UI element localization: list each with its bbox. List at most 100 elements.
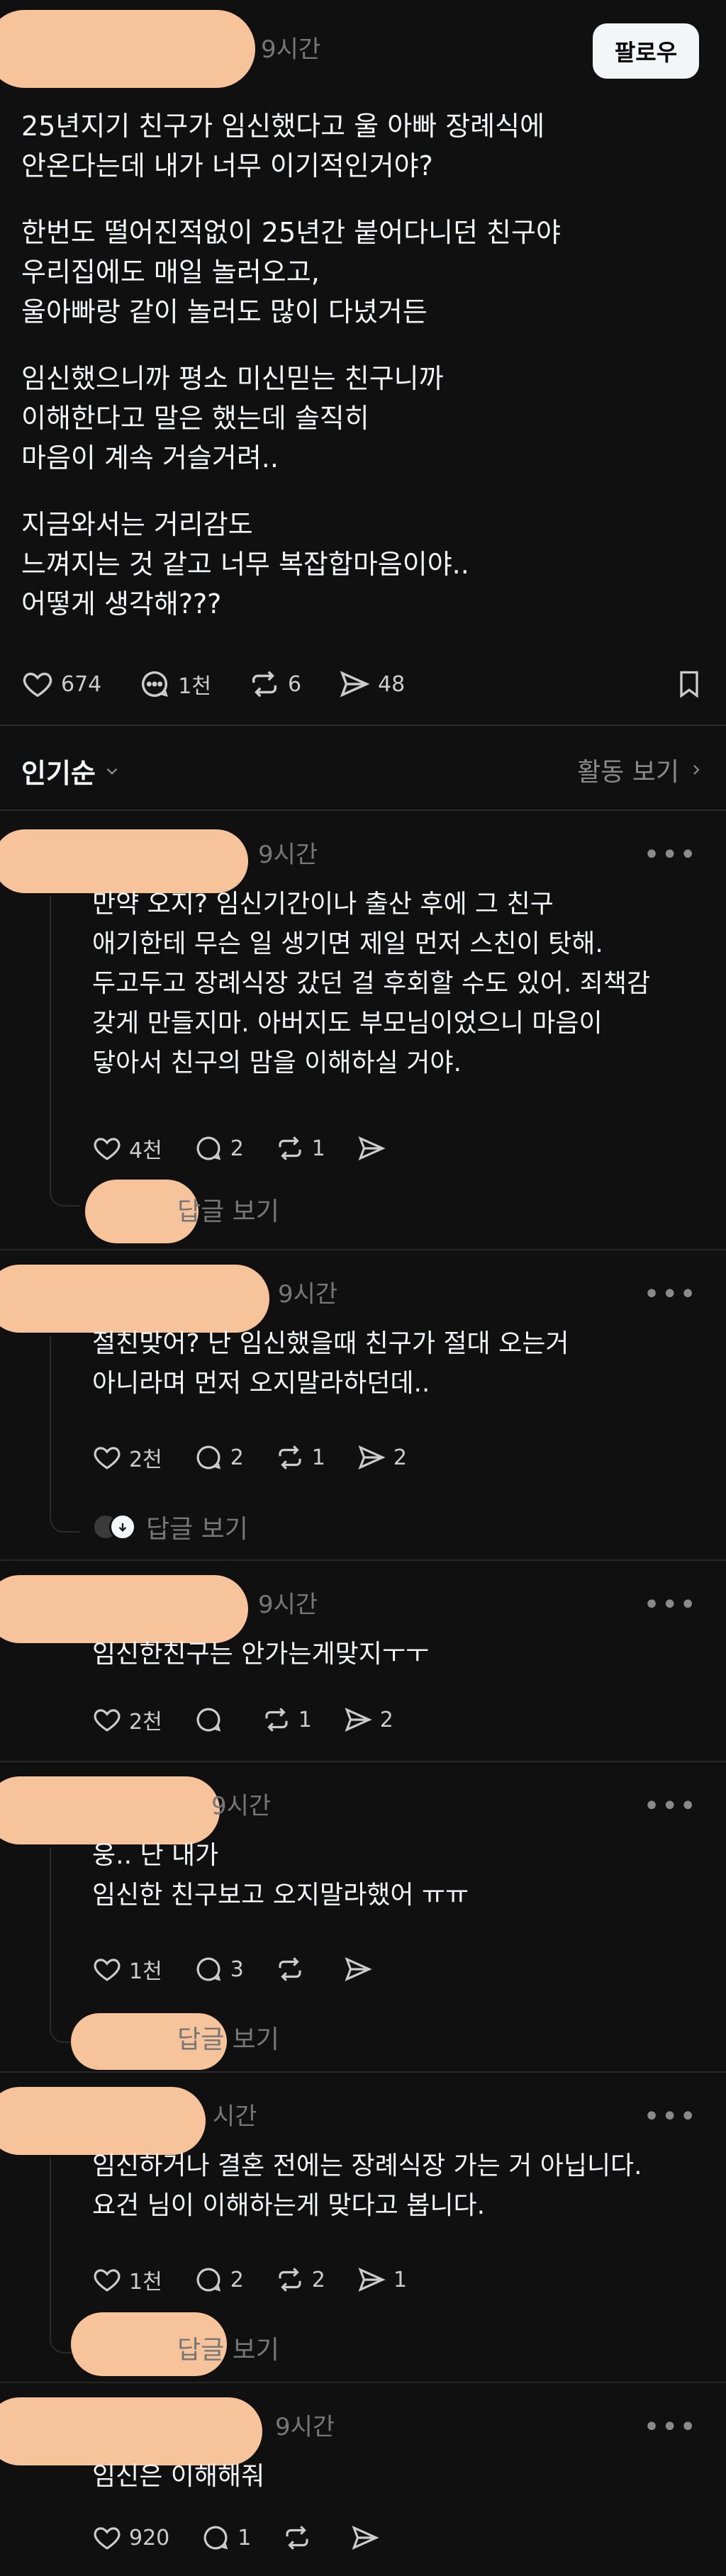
comment-time: 9시간 (275, 2413, 335, 2441)
comment-body: 절친맞어? 난 임신했을때 친구가 절대 오는거 아니라며 먼저 오지말라하던데… (92, 1324, 702, 1404)
repost-button[interactable] (282, 2523, 319, 2553)
comment-time: 9시간 (258, 1591, 318, 1619)
heart-icon (23, 672, 52, 698)
more-options-icon[interactable]: ••• (643, 841, 698, 869)
more-options-icon[interactable]: ••• (643, 1280, 698, 1309)
comment-icon (196, 1136, 220, 1160)
reply-avatars (92, 1513, 136, 1540)
reply-button[interactable]: 1 (201, 2523, 251, 2553)
repost-icon (286, 2526, 308, 2550)
like-button[interactable]: 1천 (92, 1954, 162, 1985)
repost-button[interactable]: 6 (248, 668, 301, 700)
like-count: 4천 (129, 1138, 162, 1163)
share-button[interactable] (343, 1954, 380, 1984)
activity-view-link[interactable]: 활동 보기 (577, 751, 705, 788)
redacted-author (0, 10, 255, 88)
comment-actions: 2천 1 2 (92, 1698, 393, 1741)
like-count: 1천 (129, 1959, 162, 1984)
comment-icon (142, 671, 169, 698)
post-line: 우리집에도 매일 놀러오고, (21, 257, 320, 288)
like-button[interactable]: 2천 (92, 1442, 162, 1473)
post-paragraph: 한번도 떨어진적없이 25년간 붙어다니던 친구야 우리집에도 매일 놀러오고,… (21, 213, 702, 332)
comment-line: 아니라며 먼저 오지말라하던데.. (92, 1369, 430, 1398)
comment-line: 갖게 만들지마. 아버지도 부모님이었으니 마음이 (92, 1009, 603, 1038)
like-count: 2천 (129, 1710, 162, 1735)
repost-button[interactable]: 2 (275, 2265, 325, 2295)
like-button[interactable]: 920 (92, 2523, 169, 2553)
more-options-icon[interactable]: ••• (643, 2102, 698, 2131)
comment-line: 임신하거나 결혼 전에는 장례식장 가는 거 아닙니다. (92, 2151, 642, 2180)
comment-button[interactable]: 1천 (138, 668, 211, 700)
comment: 9시간 ••• 임신한친구는 안가는게맞지ㅜㅜ 2천 1 2 (0, 1561, 726, 1761)
thread-line (50, 1335, 51, 1506)
thread-line (50, 1847, 51, 2016)
comment-body: 만약 오지? 임신기간이나 출산 후에 그 친구 애기한테 무슨 일 생기면 제… (92, 885, 702, 1083)
like-button[interactable]: 2천 (92, 1704, 162, 1735)
like-button[interactable]: 674 (21, 668, 101, 700)
view-replies-link[interactable]: 답글 보기 (177, 2019, 279, 2056)
comment-line: 임신은 이해해줘 (92, 2462, 265, 2491)
share-count: 2 (393, 1445, 407, 1470)
reply-button[interactable]: 2 (194, 2265, 244, 2295)
divider (0, 724, 726, 726)
post-line: 어떻게 생각해??? (21, 588, 222, 620)
view-replies-link[interactable]: 답글 보기 (177, 1191, 279, 1228)
post-line: 임신했으니까 평소 미신믿는 친구니까 (21, 363, 444, 394)
repost-count: 2 (311, 2267, 325, 2292)
repost-count: 1 (311, 1445, 325, 1470)
comment-body: 임신하거나 결혼 전에는 장례식장 가는 거 아닙니다. 요건 님이 이해하는게… (92, 2146, 702, 2226)
bookmark-button[interactable] (674, 668, 705, 700)
post-line: 25년지기 친구가 임신했다고 울 아빠 장례식에 (21, 111, 545, 142)
comment-time: 9시간 (258, 841, 318, 869)
send-icon (340, 671, 370, 698)
follow-button[interactable]: 팔로우 (593, 23, 699, 79)
view-replies-label: 답글 보기 (146, 1515, 248, 1544)
post-line: 안온다는데 내가 너무 이기적인거야? (21, 150, 433, 181)
view-replies-link[interactable]: 답글 보기 (177, 2329, 279, 2366)
send-icon (345, 1957, 372, 1981)
repost-button[interactable] (275, 1954, 312, 1984)
comment-icon (203, 2526, 228, 2550)
comment: 9시간 ••• 절친맞어? 난 임신했을때 친구가 절대 오는거 아니라며 먼저… (0, 1250, 726, 1559)
repost-button[interactable]: 1 (275, 1443, 325, 1472)
comment-icon (196, 1957, 220, 1981)
share-button[interactable]: 1 (357, 2265, 407, 2295)
view-replies-label: 답글 보기 (177, 2336, 279, 2365)
reply-button[interactable]: 2 (194, 1443, 244, 1472)
comment-actions: 920 1 (92, 2516, 387, 2559)
share-button[interactable]: 48 (338, 668, 405, 700)
more-options-icon[interactable]: ••• (643, 2413, 698, 2441)
share-count: 1 (393, 2267, 407, 2292)
repost-button[interactable]: 1 (275, 1133, 325, 1163)
share-button[interactable]: 2 (357, 1443, 407, 1472)
comment: 시간 ••• 임신하거나 결혼 전에는 장례식장 가는 거 아닙니다. 요건 님… (0, 2073, 726, 2382)
chevron-down-icon (106, 768, 118, 775)
post-line: 울아빠랑 같이 놀러도 많이 다녔거든 (21, 296, 428, 327)
repost-button[interactable]: 1 (262, 1705, 312, 1735)
reply-button[interactable] (194, 1705, 230, 1735)
heart-icon (94, 1709, 121, 1732)
view-replies-link[interactable]: 답글 보기 (92, 1508, 248, 1545)
redacted-author (0, 1575, 248, 1643)
sort-dropdown[interactable]: 인기순 (21, 751, 121, 790)
share-button[interactable] (357, 1133, 393, 1163)
repost-icon (279, 2268, 301, 2292)
reply-button[interactable]: 3 (194, 1954, 244, 1984)
comment-count: 1천 (178, 674, 211, 699)
like-button[interactable]: 1천 (92, 2264, 162, 2295)
reply-button[interactable]: 2 (194, 1133, 244, 1163)
post-time: 9시간 (261, 35, 321, 64)
share-button[interactable]: 2 (343, 1705, 393, 1735)
like-button[interactable]: 4천 (92, 1133, 162, 1164)
comment-icon (196, 1445, 220, 1469)
repost-icon (265, 1708, 288, 1732)
redacted-author (0, 1265, 269, 1333)
post-line: 이해한다고 말은 했는데 솔직히 (21, 403, 369, 434)
comment-icon (196, 1708, 220, 1732)
repost-count: 1 (298, 1707, 312, 1732)
share-button[interactable] (350, 2523, 387, 2553)
sort-label: 인기순 (21, 758, 96, 789)
more-options-icon[interactable]: ••• (643, 1591, 698, 1619)
more-options-icon[interactable]: ••• (643, 1792, 698, 1820)
comment-actions: 1천 3 (92, 1948, 380, 1990)
